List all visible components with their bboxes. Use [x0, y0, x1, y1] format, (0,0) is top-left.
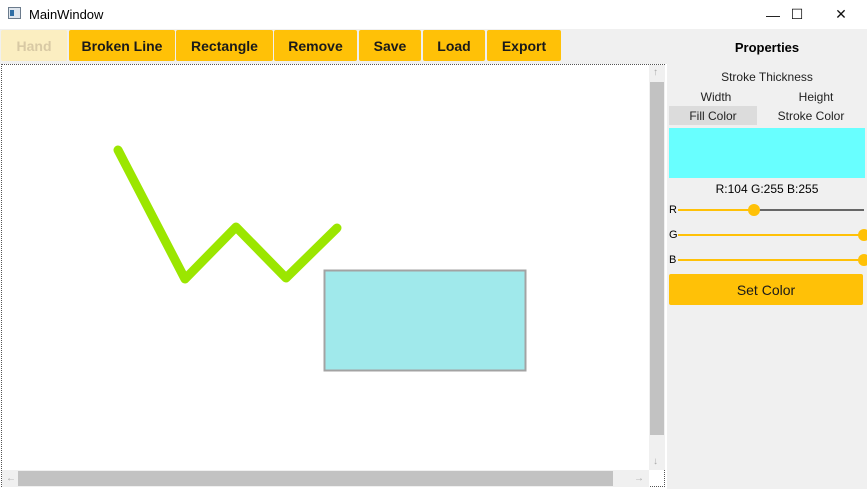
save-button[interactable]: Save: [359, 30, 421, 61]
export-button[interactable]: Export: [487, 30, 561, 61]
width-label[interactable]: Width: [667, 90, 765, 104]
rgb-readout: R:104 G:255 B:255: [715, 182, 819, 196]
rectangle-tool-button[interactable]: Rectangle: [176, 30, 273, 61]
properties-title: Properties: [734, 40, 800, 55]
window-title: MainWindow: [29, 7, 104, 22]
hand-tool-button[interactable]: Hand: [1, 30, 67, 61]
drawing-canvas[interactable]: [2, 65, 649, 470]
b-slider-fill: [678, 259, 864, 261]
maximize-icon: ☐: [790, 6, 804, 22]
maximize-button[interactable]: ☐: [774, 0, 820, 29]
vertical-scroll-thumb[interactable]: [650, 82, 664, 435]
r-slider[interactable]: [678, 204, 864, 216]
g-slider-thumb[interactable]: [858, 229, 867, 241]
toolbar: Hand Broken Line Rectangle Remove Save L…: [0, 29, 667, 64]
r-slider-label: R: [669, 204, 677, 216]
broken-line-tool-button[interactable]: Broken Line: [69, 30, 175, 61]
close-button[interactable]: ✕: [818, 0, 864, 29]
properties-panel: Properties Stroke Thickness Width Height…: [667, 29, 867, 489]
r-slider-fill: [678, 209, 754, 211]
set-color-button[interactable]: Set Color: [669, 274, 863, 305]
g-slider[interactable]: [678, 229, 867, 241]
canvas-shapes: [113, 145, 527, 372]
height-label[interactable]: Height: [767, 90, 865, 104]
b-slider[interactable]: [678, 254, 867, 266]
load-button[interactable]: Load: [423, 30, 485, 61]
color-preview: [669, 128, 865, 178]
vertical-scrollbar[interactable]: ↑ ↓: [649, 65, 665, 470]
title-bar: MainWindow — ☐ ✕: [0, 0, 867, 29]
scroll-left-icon[interactable]: ←: [6, 474, 16, 484]
app-icon: [8, 7, 21, 19]
tab-stroke-color[interactable]: Stroke Color: [757, 106, 865, 125]
g-slider-label: G: [669, 229, 678, 241]
stroke-thickness-label[interactable]: Stroke Thickness: [667, 70, 867, 84]
horizontal-scrollbar[interactable]: ← →: [2, 470, 649, 487]
b-slider-thumb[interactable]: [858, 254, 867, 266]
scroll-down-icon[interactable]: ↓: [653, 457, 658, 467]
remove-button[interactable]: Remove: [274, 30, 357, 61]
b-slider-label: B: [669, 254, 677, 266]
close-icon: ✕: [835, 6, 847, 22]
g-slider-fill: [678, 234, 864, 236]
scroll-right-icon[interactable]: →: [634, 474, 644, 484]
horizontal-scroll-thumb[interactable]: [18, 471, 613, 486]
tab-fill-color[interactable]: Fill Color: [669, 106, 757, 125]
scroll-up-icon[interactable]: ↑: [653, 68, 658, 78]
broken-line-shape[interactable]: [113, 145, 342, 284]
rectangle-shape[interactable]: [323, 269, 527, 372]
r-slider-thumb[interactable]: [747, 204, 760, 216]
